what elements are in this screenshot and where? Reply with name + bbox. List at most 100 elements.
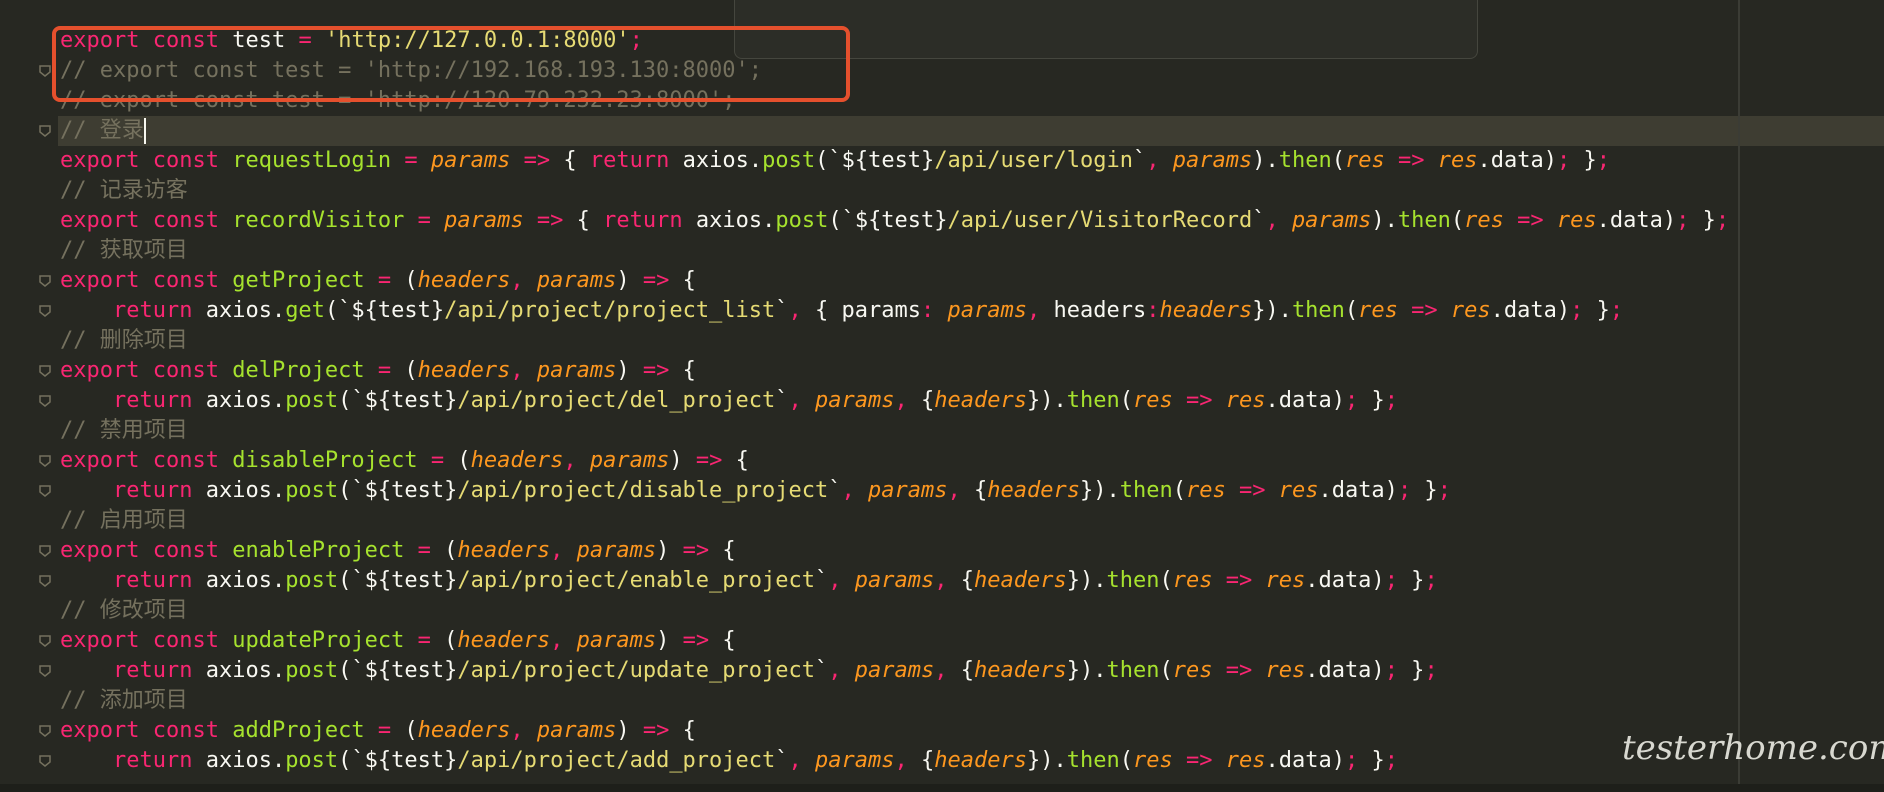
code-token: params xyxy=(815,748,895,773)
code-token: { xyxy=(669,358,696,383)
code-token: ( xyxy=(444,448,471,473)
code-line[interactable]: export const recordVisitor = params => {… xyxy=(60,206,1729,236)
code-token: const xyxy=(152,538,219,563)
right-margin-guide xyxy=(1738,0,1740,792)
fold-marker-icon[interactable] xyxy=(38,544,52,558)
code-line[interactable]: export const requestLogin = params => { … xyxy=(60,146,1610,176)
code-token: , xyxy=(828,568,842,593)
horizontal-scrollbar[interactable] xyxy=(0,784,1884,792)
code-token: headers xyxy=(934,388,1027,413)
code-line[interactable]: export const delProject = (headers, para… xyxy=(60,356,696,386)
code-token: (`${test} xyxy=(815,148,935,173)
fold-marker-icon[interactable] xyxy=(38,124,52,138)
fold-marker-icon[interactable] xyxy=(38,484,52,498)
code-line[interactable]: return axios.post(`${test}/api/project/d… xyxy=(60,386,1398,416)
code-token: addProject xyxy=(232,718,365,743)
code-token: ( xyxy=(1159,568,1173,593)
code-line[interactable]: // 修改项目 xyxy=(60,596,188,626)
fold-marker-icon[interactable] xyxy=(38,394,52,408)
code-token: ; xyxy=(1384,658,1398,683)
code-line[interactable]: return axios.post(`${test}/api/project/d… xyxy=(60,476,1451,506)
code-line[interactable]: export const getProject = (headers, para… xyxy=(60,266,696,296)
code-token: => xyxy=(642,718,670,743)
code-token: ; xyxy=(1556,148,1571,173)
code-token: => xyxy=(1185,748,1213,773)
code-line[interactable]: // 记录访客 xyxy=(60,176,188,206)
code-line[interactable]: // 启用项目 xyxy=(60,506,188,536)
code-line[interactable]: return axios.post(`${test}/api/project/e… xyxy=(60,566,1438,596)
code-token: => xyxy=(682,628,710,653)
fold-marker-icon[interactable] xyxy=(38,724,52,738)
fold-marker-icon[interactable] xyxy=(38,364,52,378)
code-token: then xyxy=(1066,748,1120,773)
code-token: ` xyxy=(1252,208,1266,233)
code-line[interactable]: export const disableProject = (headers, … xyxy=(60,446,749,476)
code-token: => xyxy=(1225,658,1253,683)
fold-marker-icon[interactable] xyxy=(38,64,52,78)
fold-marker-icon[interactable] xyxy=(38,664,52,678)
code-token: }). xyxy=(1066,658,1107,683)
code-token: axios. xyxy=(192,748,286,773)
fold-marker-icon[interactable] xyxy=(38,754,52,768)
code-token: recordVisitor xyxy=(232,208,405,233)
code-token: } xyxy=(1411,478,1438,503)
fold-marker-icon[interactable] xyxy=(38,274,52,288)
code-token: { xyxy=(709,538,736,563)
code-token: /api/project/disable_project xyxy=(457,478,829,503)
code-token: getProject xyxy=(232,268,365,293)
code-token: ` xyxy=(775,298,789,323)
code-token: { xyxy=(722,448,749,473)
code-token: params xyxy=(854,658,935,683)
code-line[interactable]: // 添加项目 xyxy=(60,686,188,716)
code-token: }). xyxy=(1079,478,1120,503)
code-line[interactable]: return axios.post(`${test}/api/project/u… xyxy=(60,656,1438,686)
code-token: ) xyxy=(616,268,643,293)
code-line[interactable]: // 删除项目 xyxy=(60,326,188,356)
code-token: .data) xyxy=(1305,658,1385,683)
code-token: // 删除项目 xyxy=(60,328,188,353)
code-token: post xyxy=(762,148,816,173)
code-token: { xyxy=(669,718,696,743)
code-line[interactable]: export const enableProject = (headers, p… xyxy=(60,536,736,566)
current-line-highlight xyxy=(0,116,1884,146)
code-line[interactable]: export const addProject = (headers, para… xyxy=(60,716,696,746)
code-token: ( xyxy=(430,538,458,563)
code-token: post xyxy=(285,478,339,503)
code-token: res xyxy=(1265,658,1306,683)
fold-marker-icon[interactable] xyxy=(38,634,52,648)
code-line[interactable]: // 获取项目 xyxy=(60,236,188,266)
code-token: /api/user/login xyxy=(934,148,1133,173)
code-token: => xyxy=(642,268,670,293)
fold-marker-icon[interactable] xyxy=(38,574,52,588)
code-token: ` xyxy=(815,658,829,683)
code-token: res xyxy=(1132,388,1173,413)
code-line[interactable]: // 禁用项目 xyxy=(60,416,188,446)
code-token: { xyxy=(709,628,736,653)
code-token: then xyxy=(1397,208,1451,233)
code-line[interactable]: return axios.post(`${test}/api/project/a… xyxy=(60,746,1398,776)
code-token: // 添加项目 xyxy=(60,688,188,713)
code-line[interactable]: export const updateProject = (headers, p… xyxy=(60,626,736,656)
fold-marker-icon[interactable] xyxy=(38,304,52,318)
code-line[interactable]: return axios.get(`${test}/api/project/pr… xyxy=(60,296,1623,326)
code-token: , xyxy=(510,358,524,383)
code-editor[interactable]: export const test = 'http://127.0.0.1:80… xyxy=(0,0,1884,792)
fold-marker-icon[interactable] xyxy=(38,454,52,468)
code-token: res xyxy=(1556,208,1597,233)
code-line[interactable]: // 登录 xyxy=(60,116,146,146)
code-token: => xyxy=(642,358,670,383)
code-token: = xyxy=(417,628,431,653)
